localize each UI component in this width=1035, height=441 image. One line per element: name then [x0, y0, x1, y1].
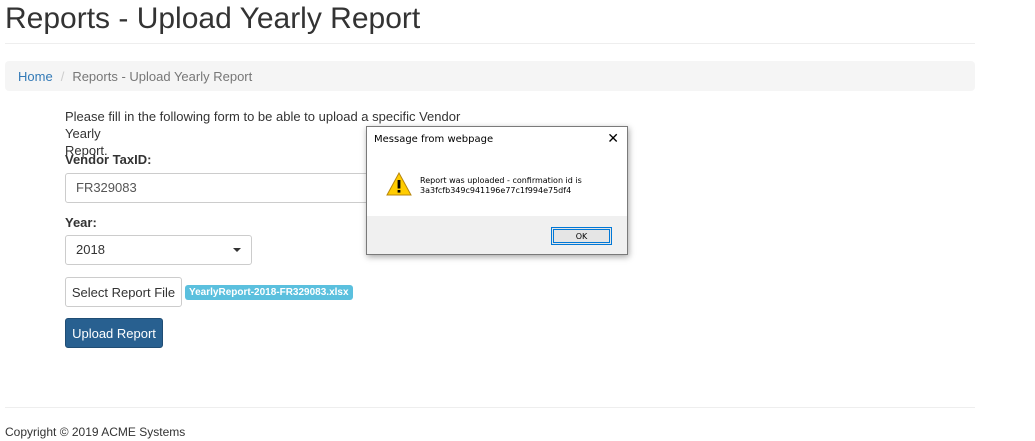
dialog-body: Report was uploaded - confirmation id is…: [367, 154, 627, 216]
vendor-taxid-input[interactable]: FR329083: [65, 173, 375, 203]
close-icon[interactable]: ✕: [607, 131, 619, 147]
year-select[interactable]: 2018: [65, 235, 252, 265]
selected-file-badge: YearlyReport-2018-FR329083.xlsx: [185, 285, 353, 300]
breadcrumb-home-link[interactable]: Home: [18, 69, 53, 84]
title-divider: [5, 43, 975, 44]
page-title: Reports - Upload Yearly Report: [5, 2, 421, 35]
chevron-down-icon: [233, 248, 241, 252]
vendor-taxid-label: Vendor TaxID:: [65, 152, 152, 167]
warning-icon: [386, 172, 412, 196]
upload-report-button[interactable]: Upload Report: [65, 318, 163, 348]
ok-button[interactable]: OK: [551, 227, 612, 245]
dialog-title: Message from webpage: [374, 134, 494, 145]
breadcrumb-current: Reports - Upload Yearly Report: [72, 68, 253, 84]
dialog-message: Report was uploaded - confirmation id is…: [420, 176, 620, 196]
breadcrumb: Home / Reports - Upload Yearly Report: [5, 61, 975, 91]
breadcrumb-separator: /: [60, 68, 65, 84]
dialog-footer: OK: [367, 216, 627, 254]
message-dialog: Message from webpage ✕ Report was upload…: [366, 126, 628, 255]
year-select-value: 2018: [76, 242, 105, 257]
footer-copyright: Copyright © 2019 ACME Systems: [5, 425, 186, 439]
footer-divider: [5, 407, 975, 408]
dialog-message-line1: Report was uploaded - confirmation id is: [420, 176, 582, 185]
dialog-message-line2: 3a3fcfb349c941196e77c1f994e75df4: [420, 186, 572, 195]
select-report-file-button[interactable]: Select Report File: [65, 277, 182, 307]
year-label: Year:: [65, 215, 97, 230]
